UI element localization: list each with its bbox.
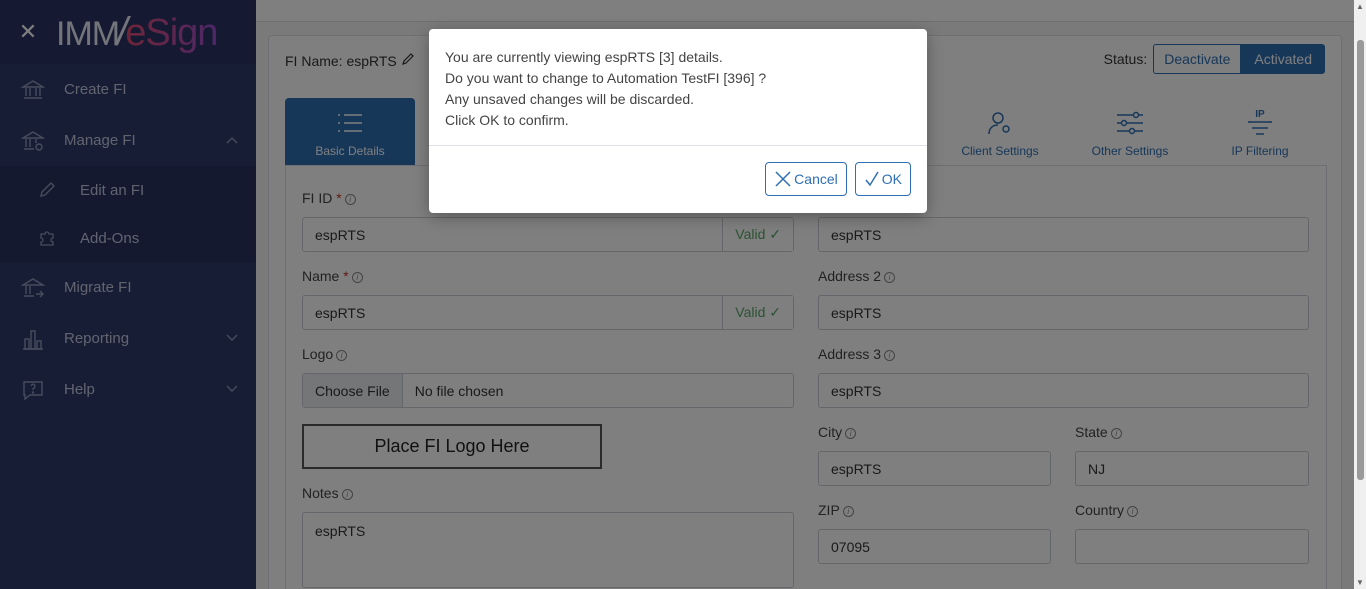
dialog-line: You are currently viewing espRTS [3] det… — [445, 49, 723, 65]
scrollbar[interactable]: ▲ ▼ — [1354, 0, 1366, 589]
check-icon — [864, 171, 880, 187]
dialog-body: You are currently viewing espRTS [3] det… — [429, 29, 927, 146]
dialog-line: Any unsaved changes will be discarded. — [445, 91, 695, 107]
scrollbar-thumb[interactable] — [1357, 40, 1364, 480]
scroll-up-arrow-icon[interactable]: ▲ — [1356, 2, 1364, 11]
dialog-footer: Cancel OK — [429, 146, 927, 212]
dialog-line: Click OK to confirm. — [445, 112, 569, 128]
ok-button[interactable]: OK — [854, 162, 911, 196]
cancel-button[interactable]: Cancel — [765, 162, 847, 196]
scroll-down-arrow-icon[interactable]: ▼ — [1356, 578, 1364, 587]
close-icon — [774, 170, 792, 188]
dialog-line: Do you want to change to Automation Test… — [445, 70, 767, 86]
ok-label: OK — [881, 171, 902, 187]
cancel-label: Cancel — [794, 171, 838, 187]
confirm-dialog: You are currently viewing espRTS [3] det… — [429, 29, 927, 213]
